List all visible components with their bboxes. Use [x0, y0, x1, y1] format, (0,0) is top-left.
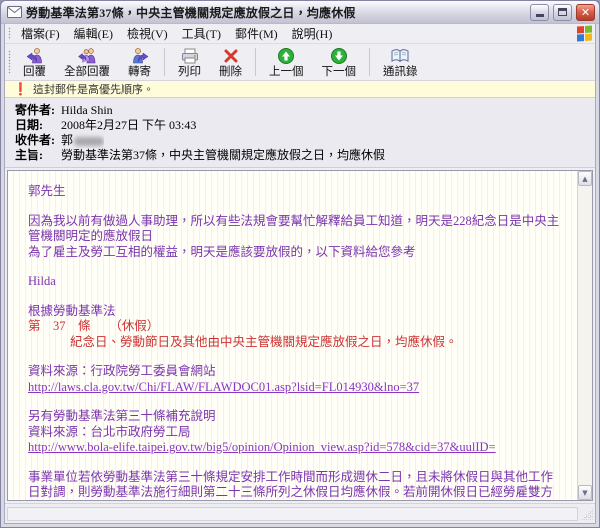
header-from-row: 寄件者: Hilda Shin [15, 103, 585, 118]
reply-all-icon [78, 48, 96, 64]
source1-link[interactable]: http://laws.cla.gov.tw/Chi/FLAW/FLAWDOC0… [28, 380, 419, 394]
minimize-button[interactable] [530, 3, 549, 21]
title-bar: 勞動基準法第37條，中央主管機關規定應放假之日，均應休假 ✕ [1, 1, 599, 24]
scrollbar-track[interactable] [578, 186, 592, 485]
status-bar [5, 503, 595, 523]
toolbar-grip[interactable] [8, 50, 11, 74]
header-subject-row: 主旨: 勞動基準法第37條，中央主管機關規定應放假之日，均應休假 [15, 148, 585, 163]
supplement-title: 另有勞動基準法第三十條補充說明 [28, 409, 216, 423]
priority-banner-text: 這封郵件是高優先順序。 [32, 84, 154, 96]
menu-help[interactable]: 說明(H) [285, 24, 340, 44]
scroll-up-button[interactable]: ▲ [578, 171, 592, 186]
forward-label: 轉寄 [128, 66, 151, 78]
priority-banner: ❗ 這封郵件是高優先順序。 [5, 81, 595, 98]
address-book-icon [391, 49, 409, 63]
menu-tools[interactable]: 工具(T) [175, 24, 228, 44]
address-book-button[interactable]: 通訊錄 [374, 45, 427, 79]
reply-label: 回覆 [23, 66, 46, 78]
source2-link[interactable]: http://www.bola-elife.taipei.gov.tw/big5… [28, 440, 496, 454]
menu-edit[interactable]: 編輯(E) [67, 24, 120, 44]
source1-label: 資料來源：行政院勞工委員會網站 [28, 364, 216, 378]
previous-icon [278, 48, 295, 64]
status-panel [7, 506, 578, 521]
toolbar-separator [369, 48, 370, 76]
law-intro: 根據勞動基準法 [28, 303, 116, 318]
body-paragraph-1: 因為我以前有做過人事助理，所以有些法規會要幫忙解釋給員工知道，明天是228紀念日… [28, 213, 560, 259]
menu-file[interactable]: 檔案(F) [14, 24, 67, 44]
body-final-paragraph: 事業單位若依勞動基準法第三十條規定安排工作時間而形成週休二日，且未將休假日與其他… [28, 469, 554, 500]
message-body: 郭先生 因為我以前有做過人事助理，所以有些法規會要幫忙解釋給員工知道，明天是22… [8, 171, 577, 500]
reply-all-label: 全部回覆 [64, 66, 110, 78]
menu-view[interactable]: 檢視(V) [120, 24, 175, 44]
source2-label: 資料來源：台北市政府勞工局 [28, 424, 191, 439]
body-greeting: 郭先生 [28, 184, 66, 198]
high-priority-icon: ❗ [13, 82, 28, 96]
toolbar-grip[interactable] [8, 26, 11, 41]
address-book-label: 通訊錄 [383, 66, 418, 78]
print-button[interactable]: 列印 [169, 45, 210, 79]
toolbar-separator [255, 48, 256, 76]
subject-value: 勞動基準法第37條，中央主管機關規定應放假之日，均應休假 [61, 148, 386, 162]
header-to-row: 收件者: 郭 [15, 133, 585, 148]
print-label: 列印 [178, 66, 201, 78]
message-headers: 寄件者: Hilda Shin 日期: 2008年2月27日 下午 03:43 … [5, 98, 595, 168]
print-icon [181, 48, 198, 64]
menu-message[interactable]: 郵件(M) [228, 24, 285, 44]
subject-label: 主旨: [15, 148, 43, 162]
forward-icon [132, 48, 148, 64]
windows-logo-icon [577, 25, 593, 42]
previous-button[interactable]: 上一個 [260, 45, 313, 79]
maximize-button[interactable] [553, 3, 572, 21]
vertical-scrollbar[interactable]: ▲ ▼ [577, 171, 592, 500]
article-text: 紀念日、勞動節日及其他由中央主管機關規定應放假之日，均應休假。 [70, 334, 458, 349]
window-title: 勞動基準法第37條，中央主管機關規定應放假之日，均應休假 [26, 5, 356, 20]
resize-grip[interactable] [580, 507, 593, 520]
close-button[interactable]: ✕ [576, 3, 595, 21]
body-signature: Hilda [28, 274, 56, 288]
reply-button[interactable]: 回覆 [14, 45, 55, 79]
delete-button[interactable]: 刪除 [210, 45, 251, 79]
email-message-window: 勞動基準法第37條，中央主管機關規定應放假之日，均應休假 ✕ 檔案(F) 編輯(… [0, 0, 600, 528]
delete-icon [224, 49, 237, 63]
next-icon [330, 48, 347, 64]
message-body-pane: 郭先生 因為我以前有做過人事助理，所以有些法規會要幫忙解釋給員工知道，明天是22… [7, 170, 593, 501]
menu-bar: 檔案(F) 編輯(E) 檢視(V) 工具(T) 郵件(M) 說明(H) [5, 24, 595, 44]
date-label: 日期: [15, 118, 43, 132]
header-date-row: 日期: 2008年2月27日 下午 03:43 [15, 118, 585, 133]
next-button[interactable]: 下一個 [313, 45, 366, 79]
redacted-recipient [74, 136, 105, 146]
to-value: 郭 [61, 133, 105, 148]
toolbar-separator [164, 48, 165, 76]
reply-icon [26, 48, 42, 64]
delete-label: 刪除 [219, 66, 242, 78]
scroll-down-button[interactable]: ▼ [578, 485, 592, 500]
from-value: Hilda Shin [61, 103, 113, 117]
toolbar: 回覆 全部回覆 轉寄 列印 刪除 上一個 下一個 通訊錄 [5, 44, 595, 81]
reply-all-button[interactable]: 全部回覆 [55, 45, 119, 79]
next-label: 下一個 [321, 66, 357, 78]
previous-label: 上一個 [269, 66, 304, 78]
date-value: 2008年2月27日 下午 03:43 [61, 118, 197, 132]
article-number-line: 第 37 條 （休假） [28, 319, 160, 333]
envelope-icon [7, 6, 22, 18]
to-label: 收件者: [15, 133, 55, 147]
from-label: 寄件者: [15, 103, 55, 117]
forward-button[interactable]: 轉寄 [119, 45, 160, 79]
